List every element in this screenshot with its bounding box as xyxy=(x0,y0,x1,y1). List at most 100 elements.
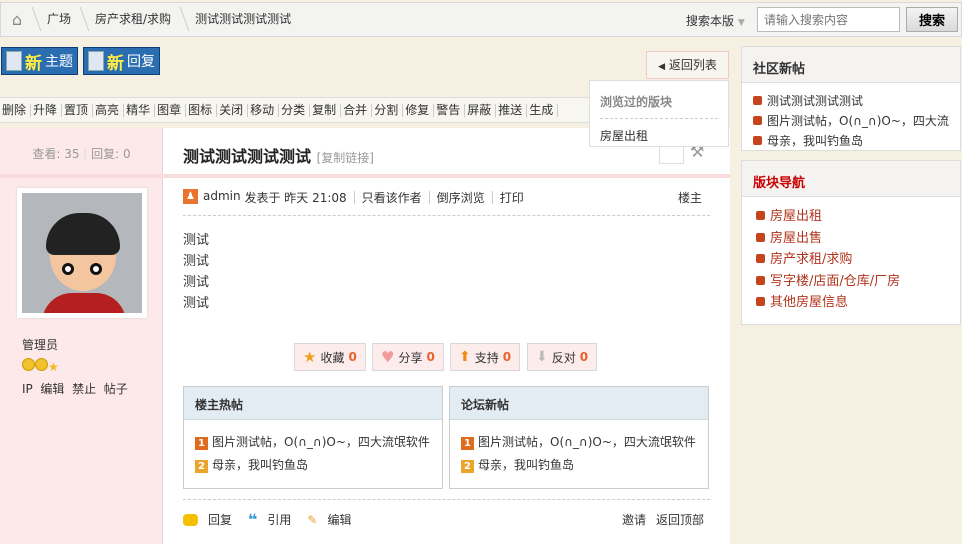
user-icon: ♟ xyxy=(183,189,198,204)
edit-user-link[interactable]: 编辑 xyxy=(40,382,64,396)
mod-repair[interactable]: 修复 xyxy=(403,103,435,117)
search-scope-label: 搜索本版 xyxy=(686,14,735,28)
rank-1-icon: 1 xyxy=(461,437,474,450)
mod-digest[interactable]: 精华 xyxy=(124,103,156,117)
content-line: 测试 xyxy=(183,296,210,311)
new-topic-label: 主题 xyxy=(45,54,73,70)
author-link[interactable]: admin xyxy=(203,189,241,203)
mod-move[interactable]: 移动 xyxy=(248,103,280,117)
nav-item[interactable]: 房屋出售 xyxy=(756,228,946,250)
avatar[interactable] xyxy=(17,188,147,318)
dropdown-item[interactable]: 房屋出租 xyxy=(600,119,718,144)
search-button[interactable]: 搜索 xyxy=(906,7,958,32)
content-line: 测试 xyxy=(183,275,210,290)
quote-link[interactable]: 引用 xyxy=(267,511,291,528)
post-meta: ♟ admin 发表于 昨天 21:08 只看该作者 倒序浏览 打印 楼主 xyxy=(183,189,710,216)
mod-push[interactable]: 推送 xyxy=(496,103,528,117)
rank-2-icon: 2 xyxy=(195,460,208,473)
vote-count: 0 xyxy=(426,350,435,364)
new-topic-button[interactable]: 新主题 xyxy=(1,47,78,75)
mod-category[interactable]: 分类 xyxy=(279,103,311,117)
share-button[interactable]: ♥ 分享 0 xyxy=(372,343,444,371)
mod-merge[interactable]: 合并 xyxy=(341,103,373,117)
bullet-icon xyxy=(756,297,765,306)
support-button[interactable]: ⬆ 支持 0 xyxy=(450,343,521,371)
item-text: 图片测试帖，O(∩_∩)O~，四大流 xyxy=(767,114,949,128)
list-item[interactable]: 母亲，我叫钓鱼岛 xyxy=(753,131,949,151)
item-text: 房屋出售 xyxy=(770,230,823,246)
item-text: 房屋出租 xyxy=(770,209,823,224)
nav-item[interactable]: 其他房屋信息 xyxy=(756,292,946,314)
ip-link[interactable]: IP xyxy=(22,382,33,396)
replies-count: 0 xyxy=(123,147,131,161)
bullet-icon xyxy=(756,275,765,285)
content-line: 测试 xyxy=(183,233,210,248)
ban-link[interactable]: 禁止 xyxy=(72,382,96,396)
vote-label: 收藏 xyxy=(320,350,345,365)
nav-item[interactable]: 房产求租/求购 xyxy=(756,249,946,271)
list-item[interactable]: 1 图片测试帖，O(∩_∩)O~，四大流氓软件 xyxy=(461,431,697,454)
replies-label: 回复: xyxy=(91,147,120,161)
bullet-icon xyxy=(753,136,762,145)
mod-ban[interactable]: 屏蔽 xyxy=(465,103,497,117)
print-link[interactable]: 打印 xyxy=(500,189,524,206)
nav-item[interactable]: 房屋出租 xyxy=(756,206,946,228)
list-item[interactable]: 2 母亲，我叫钓鱼岛 xyxy=(461,454,697,477)
copy-link[interactable]: [复制链接] xyxy=(317,151,374,165)
quote-icon: ❝ xyxy=(248,510,258,529)
mod-generate[interactable]: 生成 xyxy=(527,103,559,117)
heart-icon: ♥ xyxy=(381,348,395,366)
posts-link[interactable]: 帖子 xyxy=(104,382,128,396)
breadcrumb-link[interactable]: 房产求租/求购 xyxy=(85,3,185,36)
oppose-button[interactable]: ⬇ 反对 0 xyxy=(527,343,598,371)
panel-title: 社区新帖 xyxy=(742,47,960,83)
vote-label: 支持 xyxy=(474,350,499,365)
home-icon[interactable]: ⌂ xyxy=(1,3,37,36)
reverse-order-link[interactable]: 倒序浏览 xyxy=(437,189,485,206)
favorite-button[interactable]: ★ 收藏 0 xyxy=(294,343,366,371)
mod-stamp[interactable]: 图章 xyxy=(155,103,187,117)
arrow-up-icon: ⬆ xyxy=(459,349,471,365)
item-text: 其他房屋信息 xyxy=(770,295,849,310)
item-text: 母亲，我叫钓鱼岛 xyxy=(767,134,864,148)
arrow-down-icon: ⬇ xyxy=(536,349,548,365)
only-author-link[interactable]: 只看该作者 xyxy=(362,189,422,206)
list-item[interactable]: 图片测试帖，O(∩_∩)O~，四大流 xyxy=(753,111,949,131)
invite-link[interactable]: 邀请 xyxy=(622,511,646,528)
list-item[interactable]: 1 图片测试帖，O(∩_∩)O~，四大流氓软件 xyxy=(195,431,431,454)
panel-title: 论坛新帖 xyxy=(450,387,708,420)
content-line: 测试 xyxy=(183,254,210,269)
mod-close[interactable]: 关闭 xyxy=(217,103,249,117)
mod-highlight[interactable]: 高亮 xyxy=(93,103,125,117)
mod-icon[interactable]: 图标 xyxy=(186,103,218,117)
mod-sticky[interactable]: 置顶 xyxy=(62,103,94,117)
search-scope-dropdown[interactable]: 搜索本版 ▼ xyxy=(686,12,745,29)
item-text: 写字楼/店面/仓库/厂房 xyxy=(770,273,901,289)
moderation-toolbar: 删除 升降 置顶 高亮 精华 图章 图标 关闭 移动 分类 复制 合并 分割 修复 警告 屏蔽 推送 生成 xyxy=(0,97,600,123)
mod-warn[interactable]: 警告 xyxy=(434,103,466,117)
back-to-list-button[interactable]: ◀ 返回列表 xyxy=(646,51,729,79)
mod-copy[interactable]: 复制 xyxy=(310,103,342,117)
panel-title: 楼主热帖 xyxy=(184,387,442,420)
search-input[interactable] xyxy=(757,7,900,32)
bullet-icon xyxy=(753,96,762,105)
mod-bump[interactable]: 升降 xyxy=(31,103,63,117)
list-item[interactable]: 测试测试测试测试 xyxy=(753,91,949,111)
mod-delete[interactable]: 删除 xyxy=(0,103,32,117)
new-reply-button[interactable]: 新回复 xyxy=(83,47,160,75)
chevron-down-icon: ▼ xyxy=(737,18,745,28)
breadcrumb-link[interactable]: 广场 xyxy=(37,3,85,36)
edit-link[interactable]: 编辑 xyxy=(327,511,351,528)
item-text: 图片测试帖，O(∩_∩)O~，四大流氓软件 xyxy=(212,435,430,449)
new-label: 新 xyxy=(107,53,124,74)
reply-link[interactable]: 回复 xyxy=(208,511,232,528)
visited-forums-dropdown: 浏览过的版块 房屋出租 xyxy=(589,80,729,147)
rank-1-icon: 1 xyxy=(195,437,208,450)
back-to-top-link[interactable]: 返回顶部 xyxy=(656,511,704,528)
list-item[interactable]: 2 母亲，我叫钓鱼岛 xyxy=(195,454,431,477)
nav-item[interactable]: 写字楼/店面/仓库/厂房 xyxy=(756,271,946,293)
star-icon: ★ xyxy=(48,360,59,374)
mod-split[interactable]: 分割 xyxy=(372,103,404,117)
dropdown-title: 浏览过的版块 xyxy=(600,81,718,119)
smile-icon xyxy=(35,358,48,371)
